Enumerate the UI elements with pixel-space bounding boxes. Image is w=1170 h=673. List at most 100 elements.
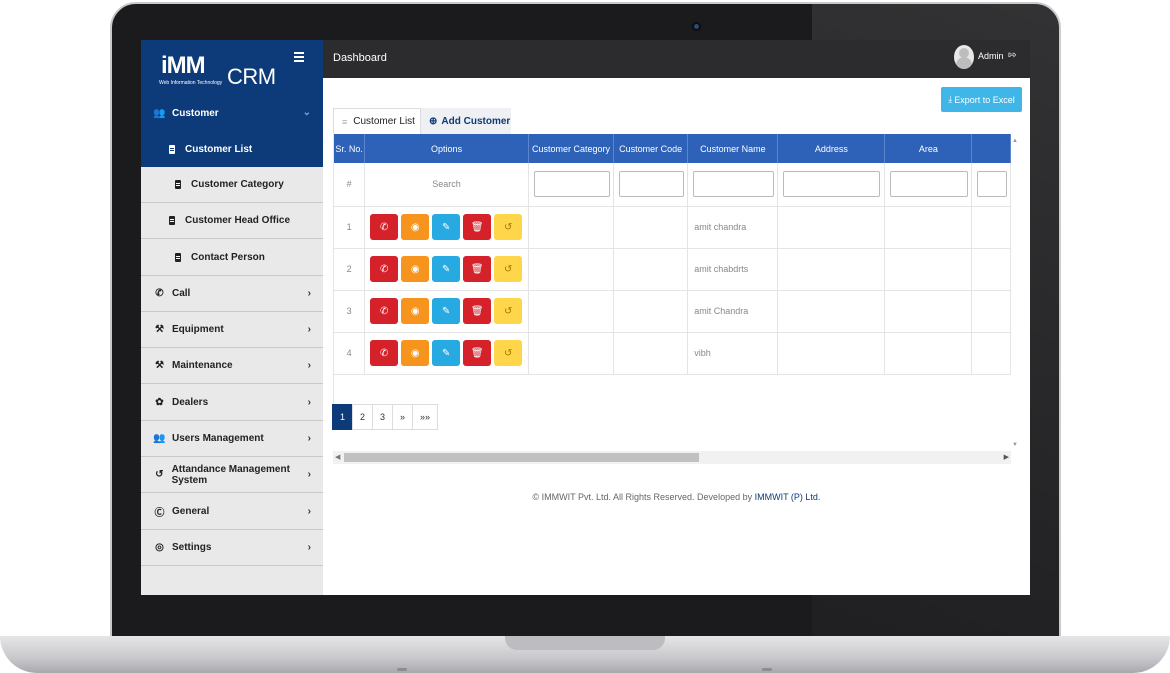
delete-button[interactable]: 🗑 [463, 340, 492, 366]
filter-category-input[interactable] [533, 171, 610, 198]
laptop-base-notch [505, 636, 665, 650]
page-button-3[interactable]: 3 [372, 404, 393, 430]
page-button-1[interactable]: 1 [332, 404, 353, 430]
sidebar-item-dealers[interactable]: ✿ Dealers › [141, 385, 323, 421]
sidebar-item-settings[interactable]: ◎ Settings › [141, 530, 323, 566]
column-header[interactable]: Options [364, 134, 529, 163]
horizontal-scrollbar[interactable]: ◀ ▶ [333, 451, 1011, 464]
sidebar-item-label: Customer Category [191, 179, 284, 190]
logo-text: iMM [161, 52, 206, 79]
cell-name: vibh [687, 332, 779, 375]
export-excel-button[interactable]: ⤓ Export to Excel [941, 87, 1022, 112]
cell-name: amit chandra [687, 206, 779, 249]
filter-name-input[interactable] [693, 171, 775, 198]
footer: © IMMWIT Pvt. Ltd. All Rights Reserved. … [323, 492, 1030, 502]
column-header[interactable]: Customer Code [613, 134, 689, 163]
edit-button[interactable]: ✎ [432, 340, 461, 366]
last-page-button[interactable]: »» [412, 404, 438, 430]
tab-add-customer[interactable]: ⊕ Add Customer [421, 108, 511, 134]
tab-customer-list[interactable]: ≡ Customer List [333, 108, 421, 134]
company-logo[interactable]: iMM Web Information Technology [159, 50, 223, 88]
column-header[interactable]: Area [884, 134, 973, 163]
chevron-right-icon: › [307, 397, 311, 408]
cell-address [777, 248, 886, 291]
sidebar-subitem-contact-person[interactable]: Contact Person [141, 240, 323, 276]
vertical-scrollbar[interactable]: ▲ ▼ [1011, 138, 1019, 448]
tab-label: Customer List [353, 116, 415, 127]
sidebar-item-customer[interactable]: 👥 Customer ⌄ [141, 95, 323, 131]
cell-code [613, 290, 689, 333]
menu-toggle-icon[interactable] [294, 52, 304, 64]
leaf-icon: ✿ [155, 397, 164, 408]
view-button[interactable]: ◉ [401, 340, 430, 366]
tools-icon: ⚒ [155, 324, 164, 335]
filter-address-input[interactable] [783, 171, 881, 198]
sidebar-item-general[interactable]: Ⓒ General › [141, 494, 323, 530]
history-button[interactable]: ↺ [494, 298, 523, 324]
column-header[interactable]: Customer Category [528, 134, 615, 163]
table-row: 1 ✆ ◉ ✎ 🗑 ↺ amit chandra [334, 206, 1011, 249]
next-page-button[interactable]: » [392, 404, 413, 430]
view-button[interactable]: ◉ [401, 214, 430, 240]
scrollbar-thumb[interactable] [344, 453, 699, 462]
logo-tagline: Web Information Technology [159, 80, 223, 86]
laptop-foot [397, 668, 407, 671]
sidebar-subitem-customer-head-office[interactable]: Customer Head Office [141, 203, 323, 239]
chevron-down-icon: ⌄ [302, 107, 311, 118]
call-button[interactable]: ✆ [370, 298, 399, 324]
cell-category [528, 248, 615, 291]
sidebar-subitem-customer-category[interactable]: Customer Category [141, 167, 323, 203]
edit-button[interactable]: ✎ [432, 298, 461, 324]
cell-code [613, 248, 689, 291]
document-icon [175, 253, 181, 262]
column-header[interactable] [971, 134, 1011, 163]
column-header[interactable]: Sr. No. [334, 134, 366, 163]
column-header[interactable]: Address [777, 134, 886, 163]
sidebar-subitem-customer-list[interactable]: Customer List [141, 131, 323, 167]
scroll-left-icon[interactable]: ◀ [335, 453, 340, 461]
chevron-right-icon: › [307, 542, 311, 553]
logout-icon[interactable]: ⇰ [1008, 50, 1016, 61]
table-row: 4 ✆ ◉ ✎ 🗑 ↺ vibh [334, 332, 1011, 375]
page-button-2[interactable]: 2 [352, 404, 373, 430]
cell-sr: 4 [334, 332, 366, 375]
view-button[interactable]: ◉ [401, 256, 430, 282]
scroll-down-icon[interactable]: ▼ [1012, 442, 1018, 448]
sidebar-item-label: Maintenance [172, 360, 233, 371]
sidebar-item-maintenance[interactable]: ⚒ Maintenance › [141, 348, 323, 384]
filter-options: Search [364, 163, 529, 207]
developer-link[interactable]: IMMWIT (P) Ltd. [755, 492, 821, 502]
sidebar-item-attendance[interactable]: ↺ Attandance Management System › [141, 457, 323, 493]
scroll-up-icon[interactable]: ▲ [1012, 138, 1018, 144]
view-button[interactable]: ◉ [401, 298, 430, 324]
call-button[interactable]: ✆ [370, 340, 399, 366]
history-button[interactable]: ↺ [494, 340, 523, 366]
chevron-right-icon: › [307, 433, 311, 444]
cell-address [777, 290, 886, 333]
delete-button[interactable]: 🗑 [463, 298, 492, 324]
filter-input[interactable] [977, 171, 1008, 198]
call-button[interactable]: ✆ [370, 214, 399, 240]
user-name[interactable]: Admin [978, 51, 1004, 61]
cell-category [528, 290, 615, 333]
sidebar-item-equipment[interactable]: ⚒ Equipment › [141, 312, 323, 348]
plus-circle-icon: ⊕ [429, 115, 438, 127]
sidebar-item-users-management[interactable]: 👥 Users Management › [141, 421, 323, 457]
sidebar-item-label: Customer [172, 107, 219, 119]
filter-area-input[interactable] [890, 171, 969, 198]
call-button[interactable]: ✆ [370, 256, 399, 282]
cell-category [528, 206, 615, 249]
avatar[interactable] [954, 45, 974, 69]
column-header[interactable]: Customer Name [687, 134, 779, 163]
edit-button[interactable]: ✎ [432, 256, 461, 282]
document-icon [169, 144, 175, 154]
history-button[interactable]: ↺ [494, 256, 523, 282]
product-name: CRM [227, 64, 276, 89]
delete-button[interactable]: 🗑 [463, 256, 492, 282]
edit-button[interactable]: ✎ [432, 214, 461, 240]
filter-code-input[interactable] [619, 171, 685, 198]
sidebar-item-call[interactable]: ✆ Call › [141, 276, 323, 312]
history-button[interactable]: ↺ [494, 214, 523, 240]
scroll-right-icon[interactable]: ▶ [1004, 453, 1009, 461]
delete-button[interactable]: 🗑 [463, 214, 492, 240]
